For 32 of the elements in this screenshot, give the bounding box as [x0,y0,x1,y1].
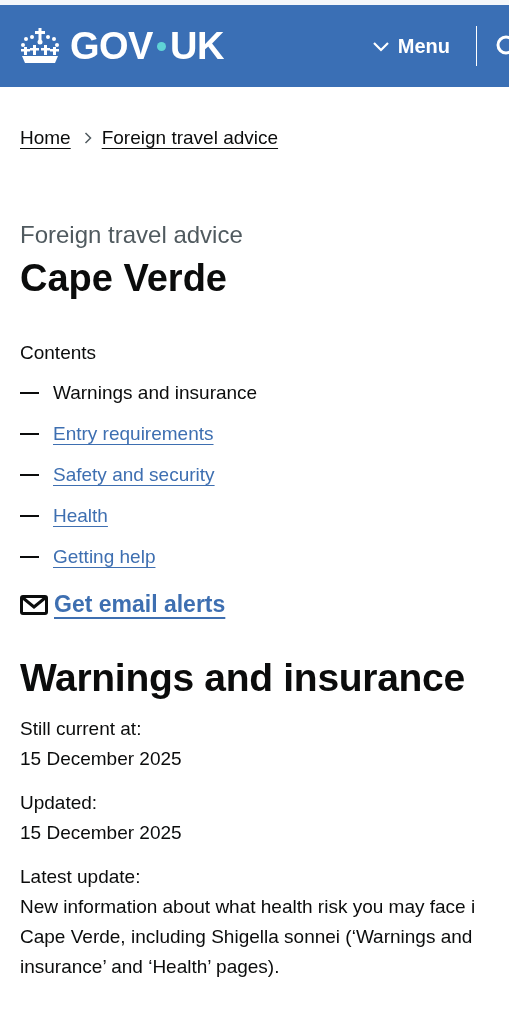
breadcrumb-link[interactable]: Home [20,127,71,149]
contents-link[interactable]: Health [53,504,108,527]
chevron-down-icon [371,40,390,52]
list-dash-icon [20,514,39,517]
list-dash-icon [20,391,39,394]
list-dash-icon [20,555,39,558]
crown-icon [20,28,60,64]
contents-heading: Contents [20,342,98,364]
page-title: Cape Verde [20,257,228,300]
metadata-label: Updated: [20,791,99,815]
logo-text: GOV [70,24,153,68]
page-caption: Foreign travel advice [20,221,244,249]
metadata-label: Still current at: [20,717,143,741]
list-dash-icon [20,473,39,476]
logo-text: UK [169,24,224,68]
govuk-logo-link[interactable]: GOV UK [20,24,224,68]
metadata-label: Latest update: [20,865,142,889]
metadata-value: 15 December 2025 [20,821,183,845]
contents-link[interactable]: Entry requirements [53,422,214,445]
contents-link[interactable]: Safety and security [53,463,215,486]
envelope-icon [20,594,48,615]
breadcrumb-link[interactable]: Foreign travel advice [101,127,279,149]
logo-dot-icon [156,41,166,51]
metadata-value: 15 December 2025 [20,747,183,771]
metadata-value: New information about what health risk you may face i Cape Verde, including Shigella sonnei (‘Warnings and insurance’ and ‘Health’ pages). [20,895,477,979]
contents-item: Warnings and insurance [53,381,258,404]
chevron-right-icon [83,132,92,144]
contents-link[interactable]: Getting help [53,545,156,568]
section-heading: Warnings and insurance [20,656,466,700]
menu-button[interactable]: Menu [371,34,450,58]
email-alerts-link[interactable]: Get email alerts [54,591,226,618]
list-dash-icon [20,432,39,435]
